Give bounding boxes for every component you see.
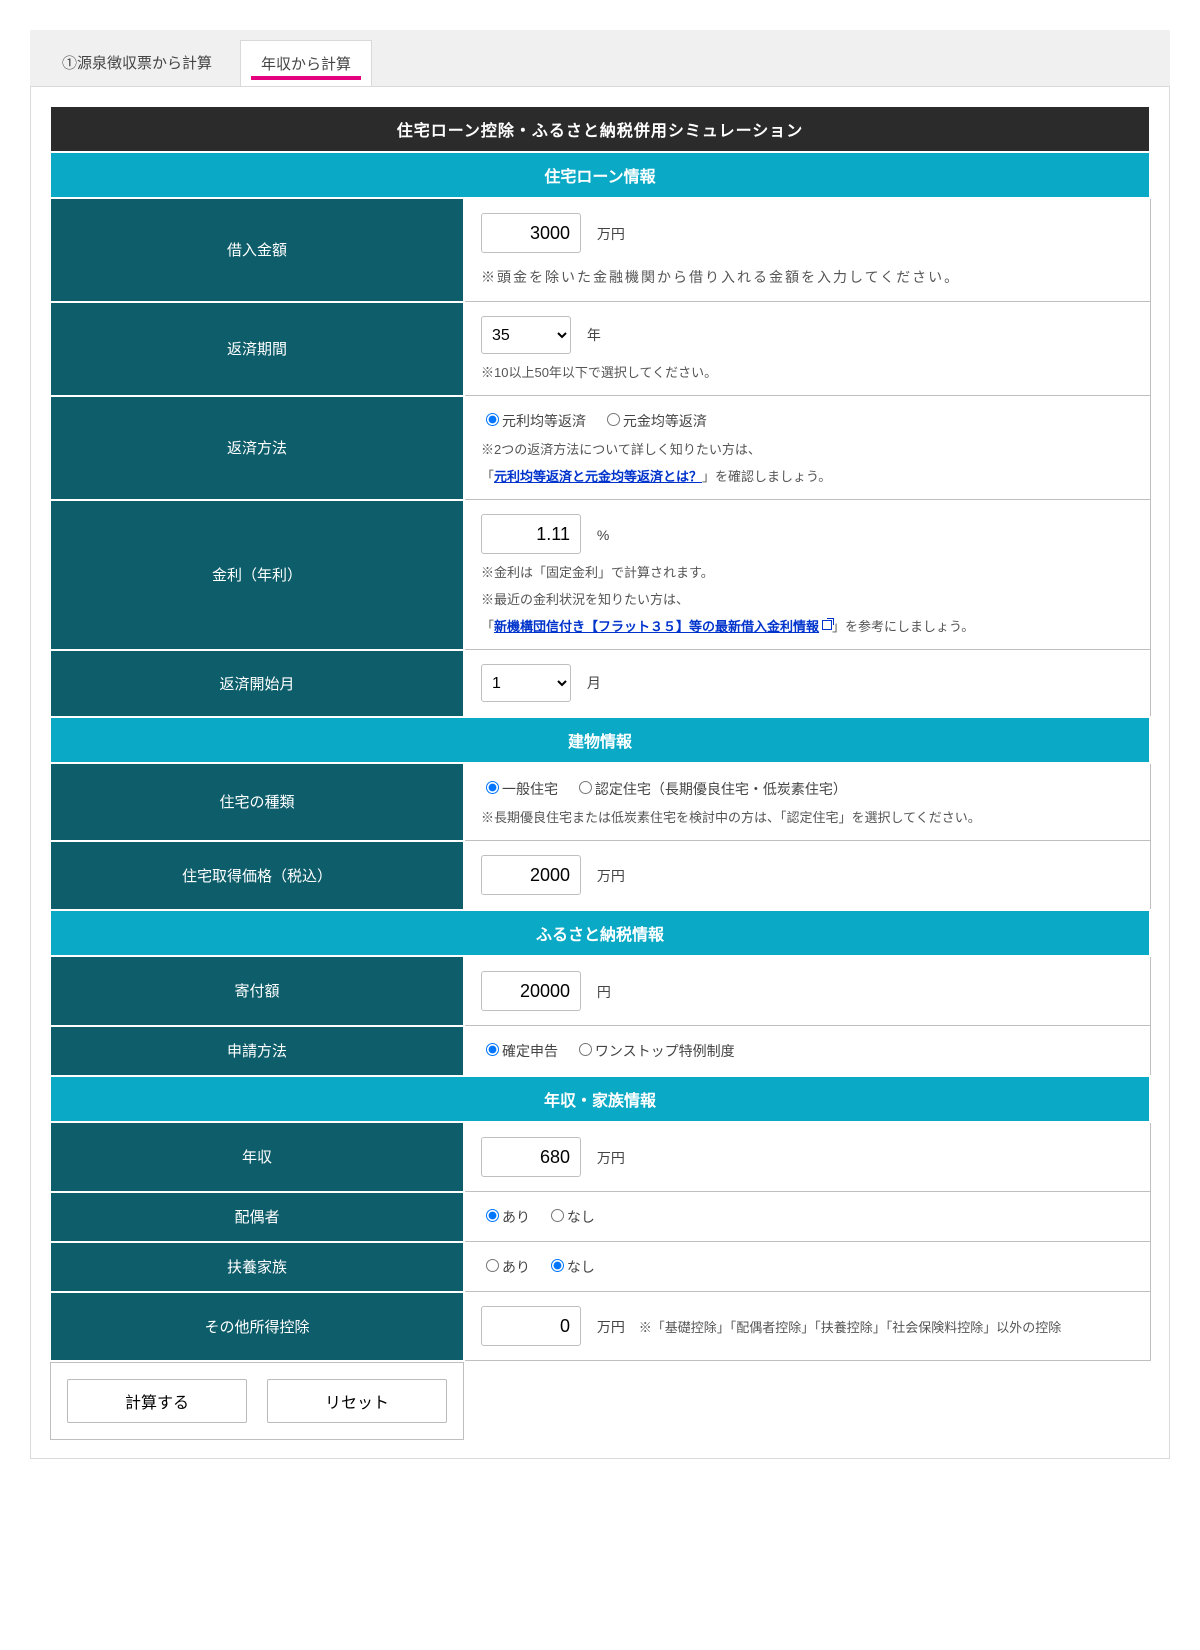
tab-gensen[interactable]: ①源泉徴収票から計算 [42,40,232,86]
tabs-bar: ①源泉徴収票から計算 年収から計算 [30,30,1170,86]
label-rate: 金利（年利） [50,500,464,650]
radio-dep-2[interactable]: なし [546,1259,595,1275]
unit-house-price: 万円 [597,868,625,884]
label-apply-method: 申請方法 [50,1026,464,1077]
label-start-month: 返済開始月 [50,650,464,718]
note-method-1: ※2つの返済方法について詳しく知りたい方は、 [481,439,1134,458]
form-title: 住宅ローン控除・ふるさと納税併用シミュレーション [50,106,1150,152]
select-repay-term[interactable]: 35 [481,316,571,354]
input-house-price[interactable] [481,855,581,895]
label-house-price: 住宅取得価格（税込） [50,841,464,911]
unit-other-deduct: 万円 [597,1319,625,1335]
radio-spouse-2[interactable]: なし [546,1209,595,1225]
radio-house-1[interactable]: 一般住宅 [481,781,558,797]
radio-spouse-1[interactable]: あり [481,1209,530,1225]
unit-loan-amount: 万円 [597,226,625,242]
external-link-icon [822,620,832,630]
unit-income: 万円 [597,1150,625,1166]
calculate-button[interactable]: 計算する [67,1379,247,1423]
label-income: 年収 [50,1122,464,1192]
radio-method-1[interactable]: 元利均等返済 [481,413,586,429]
label-spouse: 配偶者 [50,1192,464,1242]
label-dependents: 扶養家族 [50,1242,464,1292]
radio-house-2[interactable]: 認定住宅（長期優良住宅・低炭素住宅） [574,781,847,797]
section-furusato: ふるさと納税情報 [50,910,1150,956]
radio-method-2[interactable]: 元金均等返済 [602,413,707,429]
label-repay-method: 返済方法 [50,396,464,500]
section-loan: 住宅ローン情報 [50,152,1150,198]
label-loan-amount: 借入金額 [50,198,464,302]
label-donation: 寄付額 [50,956,464,1026]
input-loan-amount[interactable] [481,213,581,253]
unit-repay-term: 年 [587,327,601,343]
note-repay-term: ※10以上50年以下で選択してください。 [481,362,1134,381]
radio-apply-1[interactable]: 確定申告 [481,1043,558,1059]
radio-dep-1[interactable]: あり [481,1259,530,1275]
note-loan-amount: ※頭金を除いた金融機関から借り入れる金額を入力してください。 [481,267,1134,287]
input-income[interactable] [481,1137,581,1177]
label-house-type: 住宅の種類 [50,763,464,841]
note-other-deduct: ※「基礎控除」「配偶者控除」「扶養控除」「社会保険料控除」以外の控除 [639,1320,1062,1335]
form-panel: 住宅ローン控除・ふるさと納税併用シミュレーション 住宅ローン情報 借入金額 万円… [30,86,1170,1459]
note-rate-2: ※最近の金利状況を知りたい方は、 [481,589,1134,608]
tab-income[interactable]: 年収から計算 [240,40,372,86]
reset-button[interactable]: リセット [267,1379,447,1423]
unit-donation: 円 [597,984,611,1000]
select-start-month[interactable]: 1 [481,664,571,702]
unit-rate: % [597,527,609,543]
note-rate-1: ※金利は「固定金利」で計算されます。 [481,562,1134,581]
label-repay-term: 返済期間 [50,302,464,396]
radio-apply-2[interactable]: ワンストップ特例制度 [574,1043,735,1059]
input-other-deduct[interactable] [481,1306,581,1346]
link-rate-info[interactable]: 新機構団信付き【フラット３５】等の最新借入金利情報 [494,619,832,634]
input-rate[interactable] [481,514,581,554]
section-income: 年収・家族情報 [50,1076,1150,1122]
note-house-type: ※長期優良住宅または低炭素住宅を検討中の方は、「認定住宅」を選択してください。 [481,807,1134,826]
input-donation[interactable] [481,971,581,1011]
unit-start-month: 月 [587,675,601,691]
link-repay-method[interactable]: 元利均等返済と元金均等返済とは？ [494,469,702,484]
section-building: 建物情報 [50,717,1150,763]
label-other-deduct: その他所得控除 [50,1292,464,1361]
